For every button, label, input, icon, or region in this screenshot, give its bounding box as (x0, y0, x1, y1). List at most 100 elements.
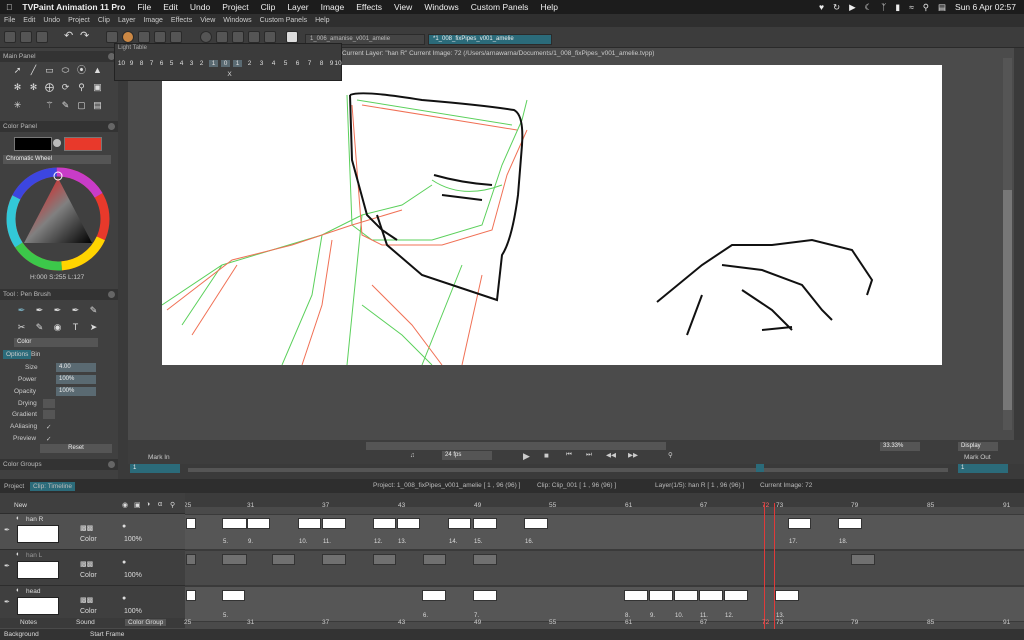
frame-cel[interactable] (473, 590, 497, 601)
frame-cel[interactable] (448, 518, 471, 529)
paint-icon[interactable]: ✒ (52, 305, 63, 316)
rotate-icon[interactable]: ⟳ (60, 82, 71, 93)
apple-icon[interactable]:  (0, 2, 18, 12)
light-table-cell[interactable]: 4 (269, 60, 278, 67)
appmenu-project[interactable]: Project (64, 17, 94, 24)
zoom-icon[interactable]: ⚲ (76, 82, 87, 93)
last-frame-icon[interactable]: ⏭ (586, 451, 592, 459)
layer-mode-icon[interactable]: ▩▩ (80, 524, 93, 532)
track-head[interactable] (185, 586, 1024, 622)
current-frame-line[interactable] (774, 503, 775, 640)
color-wheel-icon[interactable] (122, 31, 134, 43)
frame-cel[interactable] (186, 518, 196, 529)
lasso-icon[interactable]: ⦿ (76, 65, 87, 76)
pipette-icon[interactable]: ✎ (60, 100, 71, 111)
frame-cel[interactable] (788, 518, 811, 529)
reset-button[interactable]: Reset (40, 444, 112, 453)
frame-cel[interactable] (298, 518, 321, 529)
frame-cel[interactable] (699, 590, 723, 601)
preview-check[interactable]: ✓ (46, 435, 51, 443)
light-table-cell[interactable]: 10 (334, 60, 342, 67)
scrollbar-thumb[interactable] (1003, 190, 1012, 410)
tab-notes[interactable]: Notes (20, 619, 37, 626)
layer-han-r[interactable]: ✒ ◐ han R ▩▩ Color ● 100% (0, 514, 185, 550)
play-circle-icon[interactable]: ▶ (849, 2, 856, 13)
fps-select[interactable]: 24 fps (442, 451, 492, 460)
appmenu-layer[interactable]: Layer (114, 17, 140, 24)
magic-wand-icon[interactable]: ✻ (12, 82, 23, 93)
next-frame-icon[interactable]: ▶▶ (628, 451, 638, 459)
menu-layer[interactable]: Layer (281, 2, 314, 12)
frame-cel[interactable] (272, 554, 295, 565)
fx-icon[interactable]: α (158, 501, 162, 508)
layer-new-row[interactable]: New ◉ ▣ ◑ α ⚲ (0, 493, 185, 514)
water-drop-icon[interactable]: ◉ (52, 322, 63, 333)
appmenu-custom-panels[interactable]: Custom Panels (256, 17, 311, 24)
light-table-cell[interactable]: 3 (257, 60, 266, 67)
light-table-cell[interactable]: 1 (233, 60, 242, 67)
light-table-close[interactable]: X (225, 71, 234, 78)
pen-brush-icon[interactable]: ✒ (16, 305, 27, 316)
appmenu-view[interactable]: View (196, 17, 219, 24)
start-frame-label[interactable]: Start Frame (90, 631, 124, 638)
tab-color-group[interactable]: Color Group (125, 619, 167, 626)
layer-toggle-icon[interactable]: ◐ (16, 551, 20, 558)
play-icon[interactable]: ▶ (523, 451, 530, 462)
layer-name[interactable]: han L (26, 552, 42, 559)
opacity-value[interactable]: 100% (124, 536, 142, 543)
line-icon[interactable]: ╱ (28, 65, 39, 76)
oil-brush-icon[interactable]: ✒ (70, 305, 81, 316)
foreground-swatch[interactable] (14, 137, 52, 151)
blend-mode[interactable]: Color (80, 608, 97, 615)
light-table-cell[interactable]: 8 (137, 60, 146, 67)
tab-options[interactable]: Options (3, 350, 32, 359)
frame-ruler[interactable] (185, 493, 1024, 507)
warp-icon[interactable]: ✳ (12, 100, 23, 111)
scissors-icon[interactable]: ✂ (16, 322, 27, 333)
menu-project[interactable]: Project (216, 2, 254, 12)
display-select[interactable]: Display (958, 442, 998, 451)
speaker-icon[interactable]: ♫ (410, 452, 415, 459)
track-han-l[interactable] (185, 550, 1024, 586)
opacity-field[interactable]: 100% (56, 387, 96, 396)
bluetooth-icon[interactable]: ᛉ (881, 2, 886, 12)
frame-cel[interactable] (186, 554, 196, 565)
visibility-icon[interactable]: ● (122, 523, 126, 530)
opacity-value[interactable]: 100% (124, 608, 142, 615)
mark-in-field[interactable]: 1 (130, 464, 180, 473)
camera-icon[interactable]: ▣ (92, 82, 103, 93)
brush-icon[interactable]: ✒ (4, 598, 10, 606)
airbrush-icon[interactable]: ✒ (34, 305, 45, 316)
layer-mode-icon[interactable]: ▩▩ (80, 560, 93, 568)
battery-icon[interactable]: ▮ (895, 2, 900, 13)
swap-colors-icon[interactable] (53, 139, 61, 147)
grid-icon[interactable] (106, 31, 118, 43)
fill-tool-icon[interactable] (264, 31, 276, 43)
sync-icon[interactable]: ↻ (833, 2, 840, 13)
text-tool-icon[interactable]: ⚚ (44, 100, 55, 111)
frame-cel[interactable] (373, 518, 396, 529)
menu-custom-panels[interactable]: Custom Panels (465, 2, 535, 12)
visibility-icon[interactable]: ● (122, 595, 126, 602)
frame-icon[interactable]: ▤ (92, 100, 103, 111)
eraser-icon[interactable]: ▲ (92, 65, 103, 76)
background-label[interactable]: Background (4, 631, 39, 638)
app-name[interactable]: TVPaint Animation 11 Pro (18, 2, 131, 12)
layer-toggle-icon[interactable]: ◐ (16, 587, 20, 594)
layer-name[interactable]: han R (26, 516, 43, 523)
first-frame-icon[interactable]: ⏮ (566, 451, 572, 459)
drying-toggle[interactable] (43, 399, 55, 408)
layer-toggle-icon[interactable]: ◐ (16, 515, 20, 522)
appmenu-windows[interactable]: Windows (219, 17, 255, 24)
light-table-cell[interactable]: 7 (147, 60, 156, 67)
lock-icon[interactable]: ▣ (134, 501, 141, 509)
light-table-cell[interactable]: 6 (157, 60, 166, 67)
appmenu-effects[interactable]: Effects (167, 17, 196, 24)
brush-icon[interactable]: ✒ (4, 526, 10, 534)
menu-help[interactable]: Help (534, 2, 563, 12)
tab-project[interactable]: Project (4, 483, 24, 490)
clock[interactable]: Sun 6 Apr 02:57 (955, 2, 1016, 12)
light-table-cell[interactable]: 2 (197, 60, 206, 67)
aaliasing-check[interactable]: ✓ (46, 423, 51, 431)
layer-head[interactable]: ✒ ◐ head ▩▩ Color ● 100% (0, 586, 185, 622)
